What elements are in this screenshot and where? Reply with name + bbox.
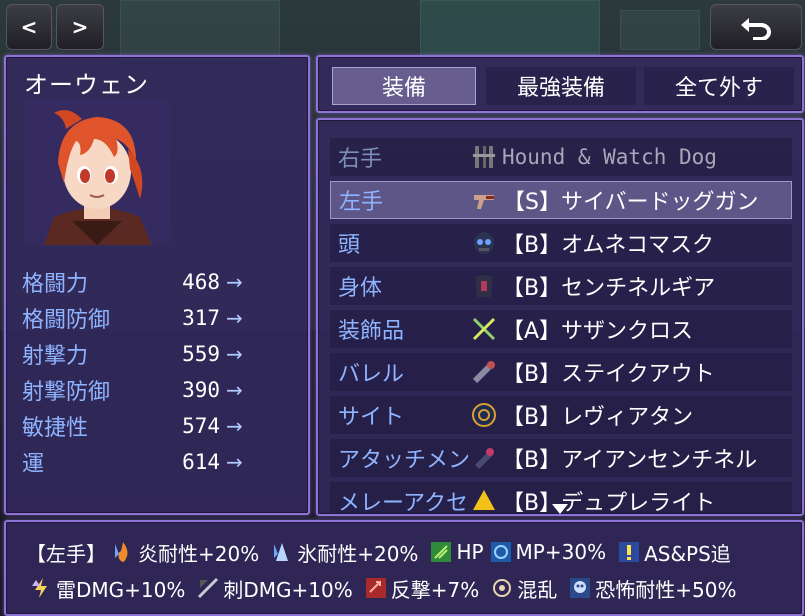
slot-item: 【B】アイアンセンチネル xyxy=(502,448,758,473)
counter-icon xyxy=(363,575,389,601)
scope-icon xyxy=(470,401,498,429)
stat-arrow: → xyxy=(226,378,243,402)
slot-item: 【A】サザンクロス xyxy=(502,319,694,344)
mask-icon xyxy=(470,229,498,257)
slot-row-accessory[interactable]: 装飾品 【A】サザンクロス xyxy=(330,310,792,348)
stat-label: 射撃力 xyxy=(22,344,89,369)
slot-item: 【S】サイバードッグガン xyxy=(503,190,759,215)
slot-name: バレル xyxy=(338,362,405,387)
background-window xyxy=(620,10,700,50)
stat-value: 559 xyxy=(182,342,220,366)
stat-row: 格闘力 468 → xyxy=(22,265,262,299)
stat-value: 390 xyxy=(182,378,220,402)
optimize-command[interactable]: 最強装備 xyxy=(486,67,636,105)
help-effect: 雷DMG+10% xyxy=(56,577,186,602)
stat-label: 射撃防御 xyxy=(22,380,111,405)
fear-resist-icon xyxy=(567,575,593,601)
help-window: 【左手】 炎耐性+20% 氷耐性+20% HP MP+30% AS&PS追 雷D… xyxy=(4,520,804,616)
stat-arrow: → xyxy=(226,306,243,330)
background-window xyxy=(420,0,600,55)
command-window: 装備 最強装備 全て外す xyxy=(316,55,804,113)
stat-row: 格闘防御 317 → xyxy=(22,301,262,335)
sealed-weapon-icon xyxy=(470,143,498,171)
slot-item: 【B】オムネコマスク xyxy=(502,233,714,258)
stat-row: 敏捷性 574 → xyxy=(22,409,262,443)
attachment-icon xyxy=(470,444,498,472)
help-line: 雷DMG+10% 刺DMG+10% 反撃+7% 混乱 恐怖耐性+50% xyxy=(26,570,744,606)
help-effect: 反撃+7% xyxy=(390,577,480,602)
stat-row: 射撃力 559 → xyxy=(22,337,262,371)
stat-arrow: → xyxy=(226,270,243,294)
slot-name: サイト xyxy=(338,405,405,430)
fire-resist-icon xyxy=(110,539,136,565)
slot-item: 【B】センチネルギア xyxy=(502,276,716,301)
hp-icon xyxy=(428,539,454,565)
actor-name: オーウェン xyxy=(24,71,149,99)
slot-item: 【B】レヴィアタン xyxy=(502,405,694,430)
prev-actor-button[interactable]: < xyxy=(6,4,52,50)
stat-value: 317 xyxy=(182,306,220,330)
slot-name: 身体 xyxy=(338,276,383,301)
help-effect: 混乱 xyxy=(517,577,558,602)
background-window xyxy=(120,0,280,60)
slot-row-barrel[interactable]: バレル 【B】ステイクアウト xyxy=(330,353,792,391)
help-prefix: 【左手】 xyxy=(26,541,106,566)
back-button[interactable] xyxy=(710,4,802,50)
slot-row-sight[interactable]: サイト 【B】レヴィアタン xyxy=(330,396,792,434)
stat-label: 敏捷性 xyxy=(22,416,89,441)
actor-portrait xyxy=(24,99,170,245)
slot-item: 【B】ステイクアウト xyxy=(502,362,715,387)
help-effect: MP+30% xyxy=(515,540,607,564)
pierce-dmg-icon xyxy=(195,575,221,601)
help-effect: 氷耐性+20% xyxy=(297,541,419,566)
slot-name: 頭 xyxy=(338,233,361,258)
help-effect: 炎耐性+20% xyxy=(138,541,260,566)
gun-icon xyxy=(471,186,499,214)
ice-resist-icon xyxy=(269,539,295,565)
status-window: オーウェン 格闘力 468 → 格闘防御 317 → 射撃力 559 → 射撃防… xyxy=(4,55,310,515)
stat-row: 運 614 → xyxy=(22,445,262,479)
melee-accessory-icon xyxy=(470,487,498,514)
slot-item: Hound & Watch Dog xyxy=(502,145,717,169)
armor-icon xyxy=(470,272,498,300)
next-actor-button[interactable]: > xyxy=(56,4,104,50)
slot-name: 左手 xyxy=(339,190,384,215)
slot-name: 装飾品 xyxy=(338,319,405,344)
thunder-dmg-icon xyxy=(28,575,54,601)
slot-name: 右手 xyxy=(338,147,383,172)
help-effect: AS&PS追 xyxy=(644,541,731,566)
help-effect: 恐怖耐性+50% xyxy=(595,577,737,602)
equip-command[interactable]: 装備 xyxy=(332,67,476,105)
remove-all-command[interactable]: 全て外す xyxy=(644,67,794,105)
as-ps-icon xyxy=(616,539,642,565)
slot-row-body[interactable]: 身体 【B】センチネルギア xyxy=(330,267,792,305)
slot-row-head[interactable]: 頭 【B】オムネコマスク xyxy=(330,224,792,262)
slot-row-right-hand[interactable]: 右手 Hound & Watch Dog xyxy=(330,138,792,176)
stat-value: 614 xyxy=(182,450,220,474)
slot-name: アタッチメント xyxy=(338,448,470,473)
stat-value: 574 xyxy=(182,414,220,438)
stat-label: 格闘防御 xyxy=(22,308,111,333)
slot-row-attachment[interactable]: アタッチメント 【B】アイアンセンチネル xyxy=(330,439,792,477)
equip-slot-window: 右手 Hound & Watch Dog 左手 【S】サイバードッグガン 頭 【… xyxy=(316,118,804,516)
barrel-icon xyxy=(470,358,498,386)
mp-icon xyxy=(488,539,514,565)
stat-arrow: → xyxy=(226,450,243,474)
help-effect: 刺DMG+10% xyxy=(223,577,353,602)
stat-arrow: → xyxy=(226,342,243,366)
stat-arrow: → xyxy=(226,414,243,438)
slot-row-left-hand[interactable]: 左手 【S】サイバードッグガン xyxy=(330,181,792,219)
stat-label: 運 xyxy=(22,452,45,477)
slot-name: メレーアクセ xyxy=(338,491,469,516)
stat-value: 468 xyxy=(182,270,220,294)
stat-row: 射撃防御 390 → xyxy=(22,373,262,407)
scroll-down-arrow-icon[interactable] xyxy=(550,502,570,516)
crossed-swords-icon xyxy=(470,315,498,343)
undo-arrow-icon xyxy=(741,18,771,40)
stat-label: 格闘力 xyxy=(22,272,89,297)
help-line: 【左手】 炎耐性+20% 氷耐性+20% HP MP+30% AS&PS追 xyxy=(26,534,739,570)
slot-item: 【B】デュプレライト xyxy=(502,491,716,516)
confusion-icon xyxy=(489,575,515,601)
help-effect: HP xyxy=(456,540,484,564)
